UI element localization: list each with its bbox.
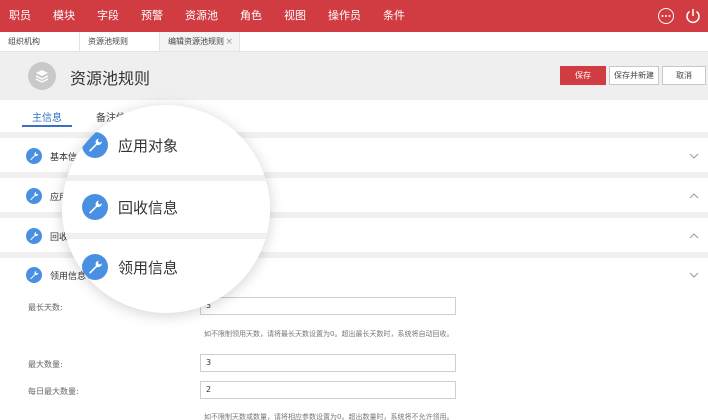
max-count-label: 最大数量: bbox=[28, 360, 63, 369]
wrench-icon bbox=[26, 228, 42, 244]
daily-max-label: 每日最大数量: bbox=[28, 387, 79, 396]
max-count-input[interactable]: 3 bbox=[200, 354, 456, 372]
top-nav: 职员 模块 字段 预警 资源池 角色 视图 操作员 条件 bbox=[0, 0, 708, 32]
more-dots-icon[interactable] bbox=[658, 8, 674, 24]
close-icon[interactable]: × bbox=[225, 32, 233, 52]
tab-label: 组织机构 bbox=[8, 37, 40, 46]
nav-item-resource-pool[interactable]: 资源池 bbox=[174, 0, 229, 32]
tab-org[interactable]: 组织机构 bbox=[0, 32, 80, 51]
chevron-up-icon[interactable] bbox=[688, 230, 700, 242]
save-button[interactable]: 保存 bbox=[560, 66, 606, 85]
page-header: 资源池规则 保存 保存并新建 取消 bbox=[0, 52, 708, 100]
daily-max-input[interactable]: 2 bbox=[200, 381, 456, 399]
tab-label: 编辑资源池规则 bbox=[168, 37, 224, 46]
tabs-bar: 组织机构 资源池规则 编辑资源池规则 × bbox=[0, 32, 708, 52]
nav-item-module[interactable]: 模块 bbox=[42, 0, 86, 32]
save-and-new-button[interactable]: 保存并新建 bbox=[609, 66, 659, 85]
mag-item-claim-info: 领用信息 bbox=[62, 241, 270, 293]
max-days-label: 最长天数: bbox=[28, 303, 63, 312]
magnifier-callout: 应用对象 回收信息 领用信息 bbox=[62, 105, 270, 313]
chevron-down-icon[interactable] bbox=[688, 269, 700, 281]
cancel-button[interactable]: 取消 bbox=[662, 66, 706, 85]
subtab-main[interactable]: 主信息 bbox=[32, 109, 62, 124]
wrench-icon bbox=[82, 254, 108, 280]
max-days-input[interactable]: 5 bbox=[200, 297, 456, 315]
nav-item-condition[interactable]: 条件 bbox=[372, 0, 416, 32]
nav-right-icons bbox=[658, 0, 702, 32]
nav-item-staff[interactable]: 职员 bbox=[0, 0, 42, 32]
mag-item-recovery-info: 回收信息 bbox=[62, 181, 270, 233]
wrench-icon bbox=[26, 188, 42, 204]
divider bbox=[62, 233, 270, 239]
nav-item-view[interactable]: 视图 bbox=[273, 0, 317, 32]
mag-label: 应用对象 bbox=[118, 137, 179, 155]
tab-label: 资源池规则 bbox=[88, 37, 128, 46]
nav-item-alert[interactable]: 预警 bbox=[130, 0, 174, 32]
nav-item-operator[interactable]: 操作员 bbox=[317, 0, 372, 32]
chevron-down-icon[interactable] bbox=[688, 150, 700, 162]
layers-icon bbox=[28, 62, 56, 90]
count-hint: 如不限制天数或数量，请将相应参数设置为0。超出数量时，系统将不允许领用。 bbox=[204, 413, 454, 420]
mag-label: 回收信息 bbox=[118, 199, 179, 217]
wrench-icon bbox=[82, 132, 108, 158]
wrench-icon bbox=[26, 267, 42, 283]
max-days-hint: 如不限制领用天数，请将最长天数设置为0。超出最长天数时，系统将自动回收。 bbox=[204, 330, 454, 338]
nav-item-role[interactable]: 角色 bbox=[229, 0, 273, 32]
tab-edit-resource-rules[interactable]: 编辑资源池规则 × bbox=[160, 32, 240, 51]
mag-item-application-object: 应用对象 bbox=[62, 119, 270, 171]
wrench-icon bbox=[26, 148, 42, 164]
chevron-up-icon[interactable] bbox=[688, 190, 700, 202]
tab-resource-rules[interactable]: 资源池规则 bbox=[80, 32, 160, 51]
nav-item-field[interactable]: 字段 bbox=[86, 0, 130, 32]
mag-label: 领用信息 bbox=[118, 259, 179, 277]
page-title: 资源池规则 bbox=[70, 69, 151, 88]
power-icon[interactable] bbox=[684, 7, 702, 25]
wrench-icon bbox=[82, 194, 108, 220]
